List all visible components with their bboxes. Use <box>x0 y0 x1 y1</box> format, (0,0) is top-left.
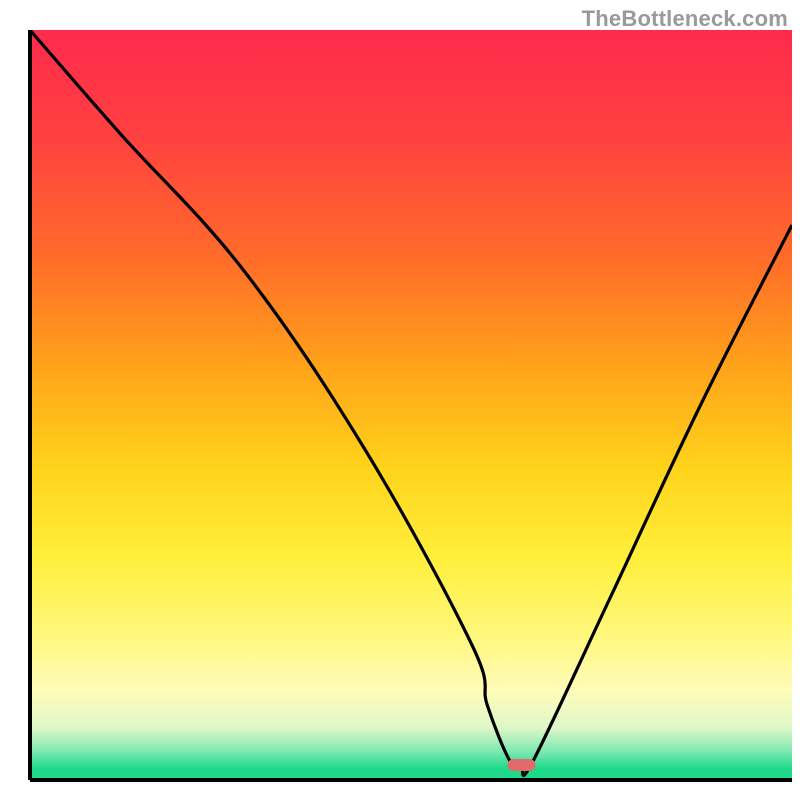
optimum-marker <box>507 759 535 771</box>
bottleneck-chart <box>0 0 800 800</box>
gradient-background <box>30 30 792 780</box>
